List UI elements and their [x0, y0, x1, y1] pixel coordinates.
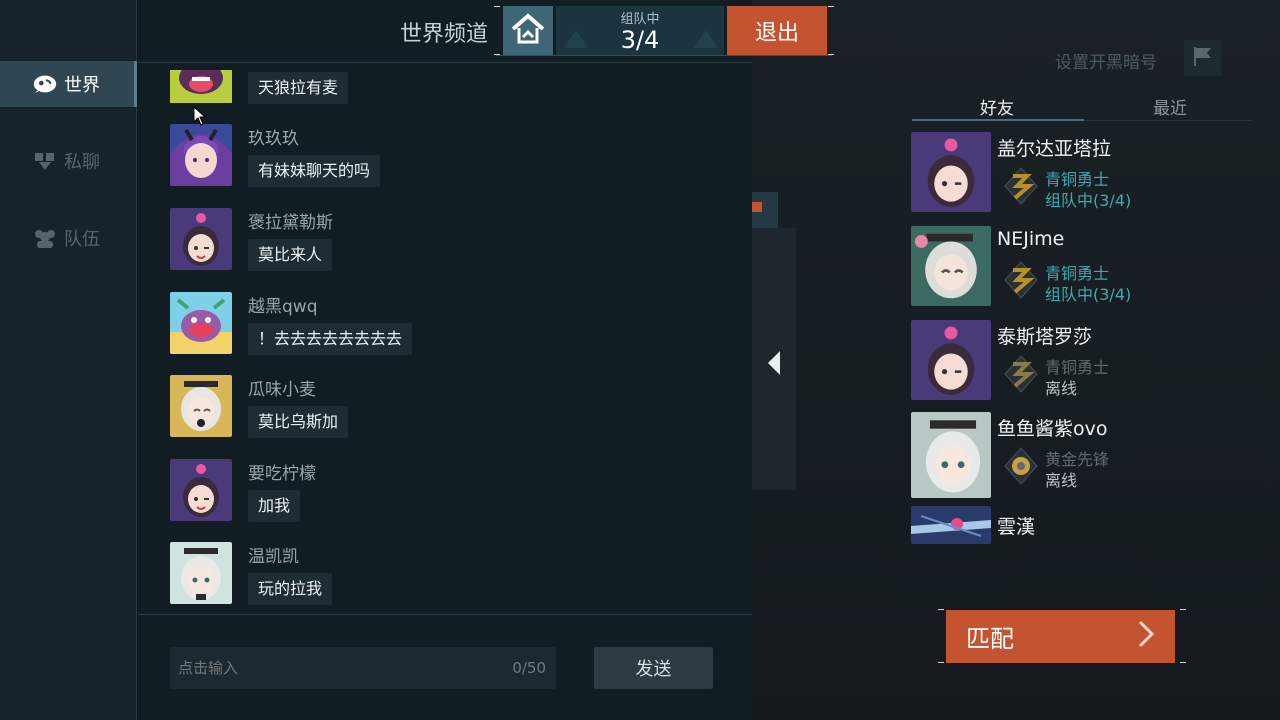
message-text: 有妹妹聊天的吗 — [248, 155, 381, 187]
channel-nav: 世界 私聊 队伍 — [0, 0, 137, 720]
friend-item[interactable]: NEJime 青铜勇士 组队中(3/4) — [911, 226, 1241, 308]
message-text: 莫比乌斯加 — [248, 406, 349, 438]
avatar[interactable] — [170, 375, 232, 437]
exit-button[interactable]: 退出 — [727, 6, 827, 56]
friend-status: 组队中(3/4) — [1045, 191, 1132, 210]
collapse-panel-button[interactable] — [764, 350, 784, 380]
bronze-rank-icon — [1003, 260, 1039, 300]
background-shape — [752, 192, 778, 228]
message-text: ！去去去去去去去去 — [248, 323, 413, 355]
chat-message: 越黑qwq ！去去去去去去去去 — [170, 292, 730, 372]
home-icon — [510, 12, 546, 50]
friend-item[interactable]: 泰斯塔罗莎 青铜勇士 离线 — [911, 320, 1241, 402]
nav-label-world: 世界 — [64, 75, 100, 96]
chevron-left-icon — [766, 350, 782, 380]
match-button[interactable]: 匹配 — [946, 610, 1175, 663]
mouse-cursor-icon — [193, 105, 207, 130]
avatar[interactable] — [170, 292, 232, 354]
avatar — [911, 132, 991, 212]
friend-status: 组队中(3/4) — [1045, 285, 1132, 304]
divider — [138, 614, 752, 615]
username: 要吃柠檬 — [248, 464, 316, 484]
username: 越黑qwq — [248, 297, 318, 317]
tab-friends[interactable]: 好友 — [980, 94, 1014, 119]
avatar — [911, 320, 991, 400]
chat-input[interactable] — [178, 659, 478, 677]
send-button[interactable]: 发送 — [594, 647, 713, 689]
friend-name: 雲漢 — [997, 516, 1036, 538]
team-icon — [32, 227, 58, 249]
flag-icon — [1191, 45, 1215, 71]
friend-name: 盖尔达亚塔拉 — [997, 138, 1112, 160]
channel-title: 世界频道 — [400, 22, 489, 47]
team-status-label: 组队中 — [620, 12, 660, 27]
nav-item-team[interactable]: 队伍 — [0, 215, 137, 261]
chat-message: 瓜味小麦 莫比乌斯加 — [170, 375, 730, 455]
friend-status: 离线 — [1045, 471, 1078, 490]
char-counter: 0/50 — [512, 659, 546, 677]
friend-name: NEJime — [997, 228, 1065, 250]
globe-chat-icon — [32, 73, 58, 95]
message-text: 加我 — [248, 490, 301, 522]
secret-code-label[interactable]: 设置开黑暗号 — [1055, 48, 1157, 73]
nav-label-private: 私聊 — [64, 152, 100, 173]
match-label: 匹配 — [966, 625, 1014, 653]
username: 褒拉黛勒斯 — [248, 213, 333, 233]
avatar[interactable] — [170, 124, 232, 186]
tab-recent[interactable]: 最近 — [1153, 94, 1187, 119]
team-status[interactable]: 组队中 3/4 — [556, 6, 724, 56]
friend-item[interactable]: 雲漢 — [911, 506, 1241, 544]
avatar — [911, 506, 991, 544]
active-tab-indicator — [912, 119, 1084, 121]
username: 温凯凯 — [248, 547, 299, 567]
chat-message: 温凯凯 玩的拉我 — [170, 542, 730, 622]
nav-item-private[interactable]: 私聊 — [0, 138, 137, 184]
avatar — [911, 412, 991, 498]
avatar[interactable] — [170, 459, 232, 521]
avatar[interactable] — [170, 70, 232, 103]
secret-code-button[interactable] — [1184, 40, 1221, 76]
avatar — [911, 226, 991, 306]
friend-item[interactable]: 鱼鱼酱紫ovo 黄金先锋 离线 — [911, 412, 1241, 498]
gold-rank-icon — [1003, 446, 1039, 486]
message-text: 天狼拉有麦 — [248, 72, 349, 104]
home-button[interactable] — [503, 6, 553, 56]
avatar[interactable] — [170, 208, 232, 270]
username: 玖玖玖 — [248, 129, 299, 149]
friend-name: 泰斯塔罗莎 — [997, 326, 1093, 348]
friend-item[interactable]: 盖尔达亚塔拉 青铜勇士 组队中(3/4) — [911, 132, 1241, 214]
friend-status: 离线 — [1045, 379, 1078, 398]
nav-item-world[interactable]: 世界 — [0, 61, 137, 107]
friend-name: 鱼鱼酱紫ovo — [997, 418, 1108, 440]
avatar[interactable] — [170, 542, 232, 604]
chat-message: 要吃柠檬 加我 — [170, 459, 730, 539]
nav-label-team: 队伍 — [64, 229, 100, 250]
message-text: 莫比来人 — [248, 239, 333, 271]
bronze-rank-icon — [1003, 166, 1039, 206]
message-text: 玩的拉我 — [248, 573, 333, 605]
divider — [496, 55, 832, 56]
username: 瓜味小麦 — [248, 380, 316, 400]
bronze-rank-icon — [1003, 354, 1039, 394]
chat-input-box[interactable]: 0/50 — [170, 647, 556, 689]
chat-message: 褒拉黛勒斯 莫比来人 — [170, 208, 730, 288]
private-chat-icon — [32, 150, 58, 172]
chat-panel: 天狼拉有麦 玖玖玖 有妹妹聊天的吗 褒拉黛勒斯 莫比来人 越黑qwq ！去去去去… — [138, 0, 752, 720]
chevron-right-icon — [1137, 620, 1155, 654]
chat-message: 玖玖玖 有妹妹聊天的吗 — [170, 124, 730, 204]
